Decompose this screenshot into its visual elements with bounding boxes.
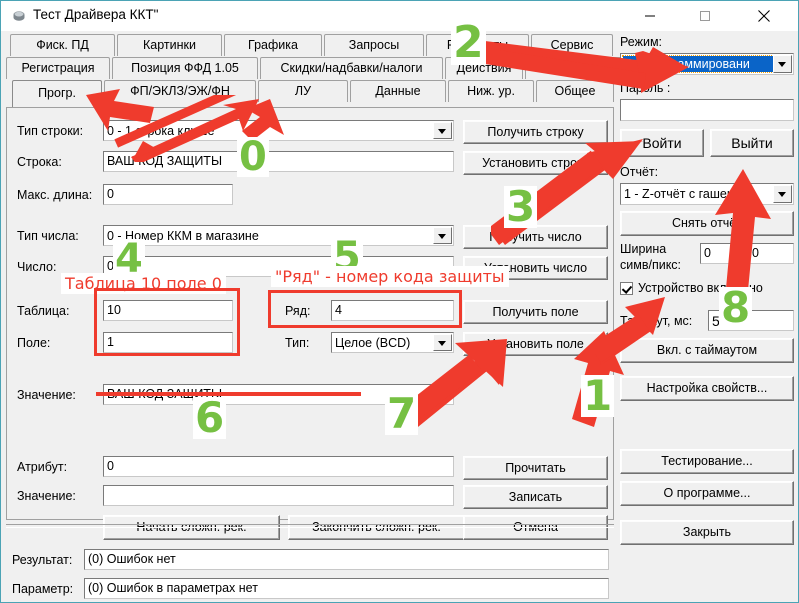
about-button[interactable]: О программе...	[620, 481, 794, 506]
maxlen-label: Макс. длина:	[17, 188, 93, 202]
tab-kartinki[interactable]: Картинки	[117, 34, 222, 56]
get-field-button[interactable]: Получить поле	[463, 300, 608, 324]
value2-label: Значение:	[17, 489, 76, 503]
write-button[interactable]: Записать	[463, 485, 608, 509]
annotation-number-3: 3	[504, 182, 538, 231]
value-label: Значение:	[17, 388, 76, 402]
chevron-down-icon[interactable]	[433, 122, 452, 139]
annotation-number-8: 8	[719, 283, 753, 332]
number-type-label: Тип числа:	[17, 229, 79, 243]
close-app-button[interactable]: Закрыть	[620, 520, 794, 545]
field-label: Поле:	[17, 336, 51, 350]
annotation-number-6: 6	[193, 393, 227, 442]
annotation-box-table-field	[94, 288, 240, 356]
tab-registraciya[interactable]: Регистрация	[6, 57, 110, 79]
tab-skidki[interactable]: Скидки/надбавки/налоги	[260, 57, 443, 79]
annotation-arrow-progr-tab	[86, 89, 154, 131]
tab-fisk-pd[interactable]: Фиск. ПД	[10, 34, 115, 56]
minimize-icon	[645, 15, 655, 17]
annotation-number-7: 7	[385, 389, 419, 438]
result-label: Результат:	[12, 553, 73, 567]
value2-input[interactable]	[103, 485, 454, 506]
parameter-field: (0) Ошибок в параметрах нет	[84, 578, 609, 599]
annotation-number-2: 2	[451, 17, 486, 68]
table-label: Таблица:	[17, 304, 70, 318]
annotation-arrow-2b	[467, 45, 689, 93]
annotation-number-1: 1	[581, 371, 615, 420]
close-button[interactable]	[741, 1, 787, 31]
number-label: Число:	[17, 260, 57, 274]
logout-button[interactable]: Выйти	[710, 129, 794, 157]
attribute-label: Атрибут:	[17, 460, 68, 474]
tab-poziciya-ffd[interactable]: Позиция ФФД 1.05	[112, 57, 258, 79]
parameter-label: Параметр:	[12, 582, 74, 596]
minimize-button[interactable]	[627, 1, 673, 31]
annotation-box-row	[268, 290, 462, 328]
window-title: Тест Драйвера ККТ"	[33, 7, 159, 22]
number-type-combo[interactable]: 0 - Номер ККМ в магазине	[103, 225, 454, 246]
maximize-icon	[700, 11, 710, 21]
attribute-input[interactable]: 0	[103, 456, 454, 477]
chevron-down-icon[interactable]	[433, 227, 452, 244]
maxlen-input[interactable]: 0	[103, 184, 233, 205]
status-divider	[6, 524, 614, 528]
type-label: Тип:	[285, 336, 310, 350]
testing-button[interactable]: Тестирование...	[620, 449, 794, 474]
read-button[interactable]: Прочитать	[463, 456, 608, 480]
annotation-number-0: 0	[237, 134, 269, 180]
maximize-button[interactable]	[682, 1, 728, 31]
properties-button[interactable]: Настройка свойств...	[620, 376, 794, 401]
title-bar: Тест Драйвера ККТ"	[1, 1, 798, 31]
annotation-arrow-device-b	[595, 297, 665, 363]
width-label-line2: симв/пикс:	[620, 258, 682, 272]
app-icon	[11, 8, 27, 24]
application-window: Тест Драйвера ККТ" Фиск. ПД Картинки Гра…	[0, 0, 799, 603]
annotation-underline-value	[96, 392, 361, 396]
tab-grafika[interactable]: Графика	[224, 34, 322, 56]
tab-dannye[interactable]: Данные	[350, 80, 446, 102]
close-icon	[758, 10, 770, 22]
checkmark-icon	[620, 282, 633, 295]
result-field: (0) Ошибок нет	[84, 549, 609, 570]
annotation-row-note: "Ряд" - номер кода защиты	[271, 266, 509, 287]
chevron-down-icon[interactable]	[773, 55, 792, 73]
tab-zaprosy[interactable]: Запросы	[324, 34, 424, 56]
